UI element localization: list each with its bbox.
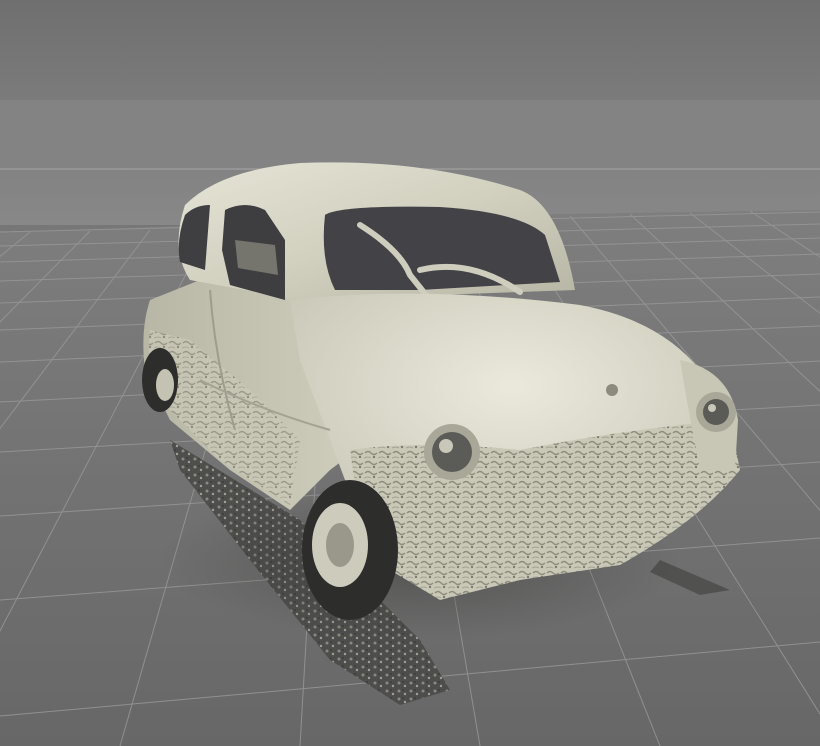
left-headlight <box>424 424 480 480</box>
3d-viewport[interactable] <box>0 0 820 746</box>
front-wheel <box>302 480 398 620</box>
hood-emblem <box>606 384 618 396</box>
horizon-band <box>0 100 820 170</box>
rear-wheel <box>142 348 178 412</box>
viewport-canvas[interactable] <box>0 0 820 746</box>
right-headlight <box>696 392 736 432</box>
